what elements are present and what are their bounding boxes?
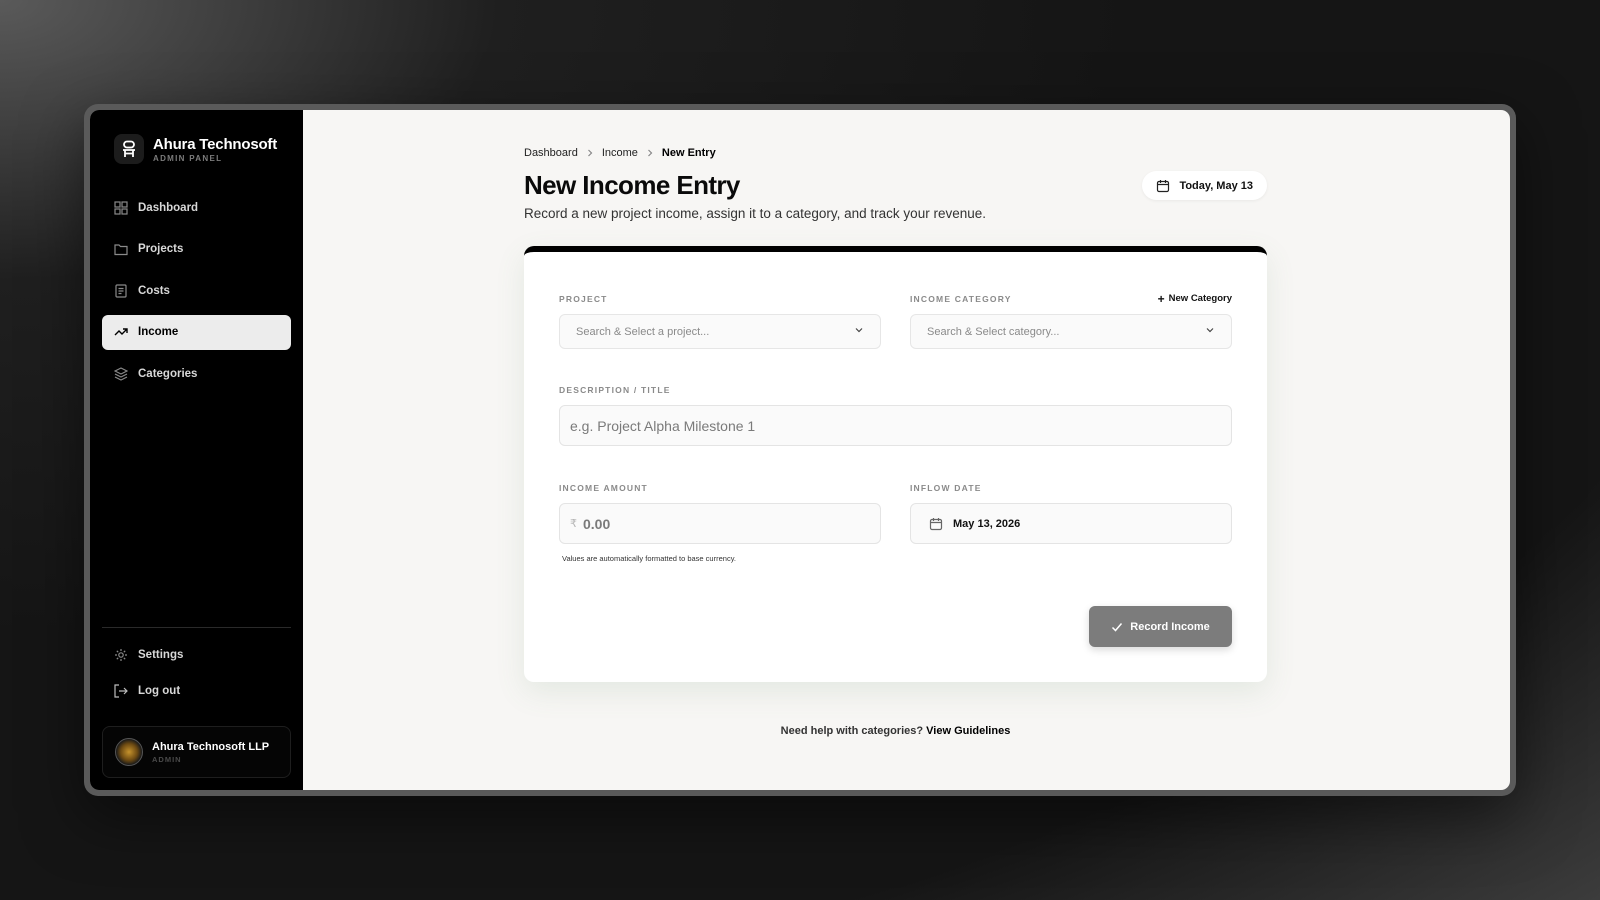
amount-placeholder: 0.00 <box>583 515 611 532</box>
grid-icon <box>114 200 128 215</box>
sidebar: Ahura Technosoft ADMIN PANEL Dashboard P… <box>90 110 303 790</box>
plus-icon: + <box>1157 291 1165 306</box>
calendar-icon <box>929 517 943 531</box>
project-label: PROJECT <box>559 294 608 304</box>
trending-up-icon <box>114 325 128 339</box>
today-date-text: Today, May 13 <box>1179 179 1253 192</box>
sidebar-item-label: Income <box>138 326 179 338</box>
sidebar-item-label: Dashboard <box>138 201 199 214</box>
project-select[interactable]: Search & Select a project... <box>559 314 881 349</box>
user-profile[interactable]: Ahura Technosoft LLP ADMIN <box>102 726 291 778</box>
calendar-icon <box>1156 179 1170 193</box>
avatar <box>115 738 143 766</box>
record-income-label: Record Income <box>1130 620 1210 633</box>
check-icon <box>1111 621 1123 633</box>
sidebar-item-label: Projects <box>138 243 184 255</box>
brand-logo-icon <box>114 134 144 164</box>
sidebar-nav: Dashboard Projects Costs Income Categori… <box>102 190 291 398</box>
record-income-button[interactable]: Record Income <box>1089 606 1232 647</box>
rupee-icon: ₹ <box>570 518 577 530</box>
help-text: Need help with categories? <box>780 725 924 737</box>
breadcrumb: Dashboard Income New Entry <box>524 147 716 159</box>
folder-icon <box>114 242 128 256</box>
inflow-date-value: May 13, 2026 <box>953 517 1021 530</box>
description-label: DESCRIPTION / TITLE <box>559 385 671 395</box>
description-input[interactable]: e.g. Project Alpha Milestone 1 <box>559 405 1232 446</box>
profile-name: Ahura Technosoft LLP <box>152 740 270 753</box>
gear-icon <box>114 648 128 662</box>
layers-icon <box>114 366 128 381</box>
chevron-down-icon <box>854 325 864 338</box>
app-window: Ahura Technosoft ADMIN PANEL Dashboard P… <box>90 110 1510 790</box>
inflow-date-label: INFLOW DATE <box>910 483 982 493</box>
sidebar-item-logout[interactable]: Log out <box>102 676 291 706</box>
amount-hint: Values are automatically formatted to ba… <box>562 554 736 563</box>
income-amount-input[interactable]: ₹ 0.00 <box>559 503 881 544</box>
new-category-label: New Category <box>1168 293 1232 304</box>
sidebar-item-label: Settings <box>138 649 184 661</box>
breadcrumb-income[interactable]: Income <box>602 147 638 159</box>
app-frame: Ahura Technosoft ADMIN PANEL Dashboard P… <box>84 104 1516 796</box>
brand-title: Ahura Technosoft <box>153 135 278 153</box>
chevron-down-icon <box>1205 325 1215 338</box>
new-category-button[interactable]: + New Category <box>1157 291 1232 306</box>
logout-icon <box>114 684 128 698</box>
sidebar-item-costs[interactable]: Costs <box>102 273 291 308</box>
category-select[interactable]: Search & Select category... <box>910 314 1232 349</box>
income-category-label: INCOME CATEGORY <box>910 294 1012 304</box>
page-title: New Income Entry <box>524 170 740 200</box>
description-placeholder: e.g. Project Alpha Milestone 1 <box>570 417 756 434</box>
sidebar-item-label: Log out <box>138 685 181 697</box>
receipt-icon <box>114 283 128 298</box>
breadcrumb-current: New Entry <box>661 147 716 159</box>
page-description: Record a new project income, assign it t… <box>524 206 986 221</box>
category-placeholder: Search & Select category... <box>927 325 1060 338</box>
chevron-right-icon <box>646 149 654 157</box>
brand: Ahura Technosoft ADMIN PANEL <box>102 134 291 164</box>
brand-subtitle: ADMIN PANEL <box>153 153 223 163</box>
sidebar-divider <box>102 627 291 628</box>
help-footer: Need help with categories? View Guidelin… <box>524 725 1267 737</box>
today-date-chip: Today, May 13 <box>1142 171 1267 200</box>
inflow-date-input[interactable]: May 13, 2026 <box>910 503 1232 544</box>
profile-role: ADMIN <box>152 754 182 764</box>
sidebar-item-projects[interactable]: Projects <box>102 232 291 267</box>
project-placeholder: Search & Select a project... <box>576 325 710 338</box>
sidebar-item-label: Categories <box>138 367 198 380</box>
sidebar-item-settings[interactable]: Settings <box>102 640 291 670</box>
sidebar-item-income[interactable]: Income <box>102 314 291 350</box>
chevron-right-icon <box>586 149 594 157</box>
sidebar-item-label: Costs <box>138 284 170 297</box>
income-form-card: PROJECT Search & Select a project... INC… <box>524 246 1267 682</box>
sidebar-item-categories[interactable]: Categories <box>102 356 291 391</box>
breadcrumb-dashboard[interactable]: Dashboard <box>524 147 578 159</box>
income-amount-label: INCOME AMOUNT <box>559 483 648 493</box>
sidebar-item-dashboard[interactable]: Dashboard <box>102 190 291 225</box>
view-guidelines-link[interactable]: View Guidelines <box>926 725 1010 737</box>
main-content: Dashboard Income New Entry New Income En… <box>303 110 1510 790</box>
